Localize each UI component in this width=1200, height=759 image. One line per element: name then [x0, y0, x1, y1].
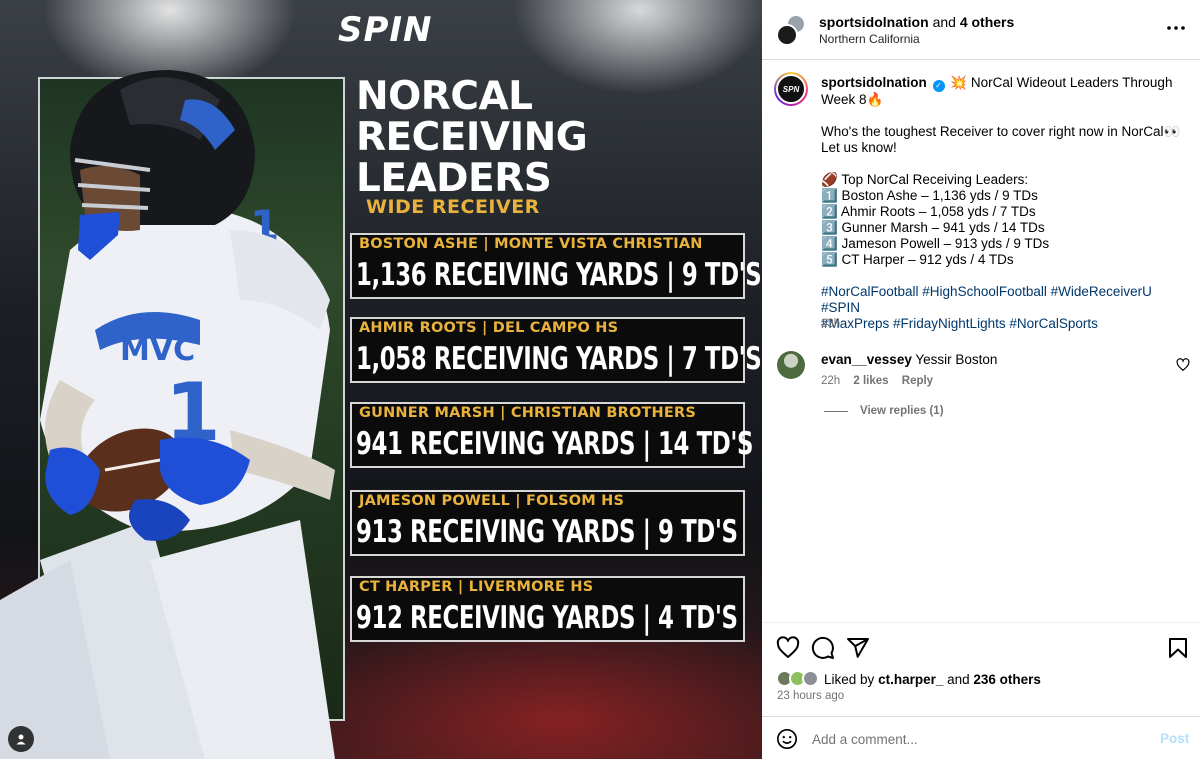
post-caption: sportsidolnation ✓ 💥 NorCal Wideout Lead… [821, 75, 1191, 332]
leader-card-stats: 1,136 RECEIVING YARDS | 9 TD'S [356, 257, 762, 293]
leader-card-name: JAMESON POWELL | FOLSOM HS [359, 493, 625, 509]
comment-heart-icon[interactable] [1176, 358, 1190, 372]
leader-card: GUNNER MARSH | CHRISTIAN BROTHERS 941 RE… [350, 402, 753, 468]
svg-text:MVC: MVC [120, 333, 195, 368]
collab-avatars[interactable] [776, 14, 808, 46]
post-side-panel: sportsidolnation and 4 others Northern C… [762, 0, 1200, 759]
comment-username[interactable]: evan__vessey [821, 352, 912, 367]
location-link[interactable]: Northern California [819, 32, 920, 46]
leader-card-name: BOSTON ASHE | MONTE VISTA CHRISTIAN [359, 236, 703, 252]
more-options-button[interactable] [1166, 18, 1186, 42]
caption-list-title: 🏈 Top NorCal Receiving Leaders: [821, 172, 1029, 187]
verified-badge-icon: ✓ [932, 80, 945, 92]
caption-username[interactable]: sportsidolnation [821, 75, 927, 90]
add-comment-input[interactable] [812, 728, 1142, 750]
image-headline: NORCAL RECEIVING LEADERS [356, 74, 588, 201]
bookmark-icon[interactable] [1166, 636, 1190, 660]
liker-avatars[interactable] [776, 670, 824, 688]
avatar [776, 24, 798, 46]
position-label: WIDE RECEIVER [366, 196, 540, 218]
heart-icon[interactable] [776, 636, 800, 660]
comment-meta: 22h 2 likes Reply [821, 375, 943, 387]
leader-card: AHMIR ROOTS | DEL CAMPO HS 1,058 RECEIVI… [350, 317, 762, 383]
emoji-icon[interactable] [776, 728, 798, 750]
leader-card: JAMESON POWELL | FOLSOM HS 913 RECEIVING… [350, 490, 745, 556]
tagged-users-button[interactable] [8, 726, 34, 752]
header-and-text: and [932, 14, 956, 30]
avatar [802, 670, 819, 687]
post-header: sportsidolnation and 4 others Northern C… [762, 0, 1200, 60]
divider [824, 410, 848, 412]
share-icon[interactable] [846, 636, 870, 660]
comment-avatar[interactable] [777, 351, 805, 379]
comment-icon[interactable] [811, 636, 835, 660]
post-timestamp[interactable]: 23 hours ago [777, 690, 844, 702]
view-replies-button[interactable]: View replies (1) [824, 405, 944, 417]
caption-leader-item: 3️⃣ Gunner Marsh – 941 yds / 14 TDs [821, 220, 1045, 235]
liked-by-and: and [947, 672, 970, 687]
leader-card-name: GUNNER MARSH | CHRISTIAN BROTHERS [359, 405, 697, 421]
leader-card: CT HARPER | LIVERMORE HS 912 RECEIVING Y… [350, 576, 745, 642]
header-usernames: sportsidolnation and 4 others [819, 14, 1014, 30]
caption-leader-item: 4️⃣ Jameson Powell – 913 yds / 9 TDs [821, 236, 1050, 251]
spin-logo: SPIN [338, 10, 433, 50]
header-others-link[interactable]: 4 others [960, 14, 1014, 30]
caption-cta: Let us know! [821, 140, 897, 155]
liked-by-others-link[interactable]: 236 others [973, 672, 1041, 687]
liked-by-user-link[interactable]: ct.harper_ [878, 672, 943, 687]
caption-hashtags[interactable]: #NorCalFootball #HighSchoolFootball #Wid… [821, 284, 1191, 316]
liked-by-text: Liked by ct.harper_ and 236 others [824, 672, 1041, 687]
caption-timestamp[interactable]: 23h [821, 318, 840, 330]
leader-card-stats: 941 RECEIVING YARDS | 14 TD'S [356, 426, 754, 462]
leader-card-name: AHMIR ROOTS | DEL CAMPO HS [359, 320, 619, 336]
caption-leader-item: 2️⃣ Ahmir Roots – 1,058 yds / 7 TDs [821, 204, 1036, 219]
leader-card-stats: 913 RECEIVING YARDS | 9 TD'S [356, 514, 738, 550]
user-icon [16, 734, 26, 745]
view-replies-label: View replies (1) [860, 405, 944, 417]
comment-text: Yessir Boston [915, 352, 998, 367]
post-comment-button[interactable]: Post [1160, 731, 1189, 746]
post-actions-bar [762, 622, 1200, 670]
liked-by-prefix: Liked by [824, 672, 875, 687]
caption-avatar[interactable]: SPN [774, 72, 808, 106]
comment-reply-button[interactable]: Reply [902, 375, 933, 387]
comment-timestamp[interactable]: 22h [821, 375, 840, 387]
caption-question: Who's the toughest Receiver to cover rig… [821, 124, 1181, 139]
comment-likes[interactable]: 2 likes [853, 375, 888, 387]
post-image[interactable]: MVC 1 1 SPIN NORCAL RECEIVING LEADERS WI… [0, 0, 762, 759]
spin-avatar-logo: SPN [776, 74, 806, 104]
comment-body: evan__vessey Yessir Boston [821, 352, 997, 367]
caption-hashtags[interactable]: #MaxPreps #FridayNightLights #NorCalSpor… [821, 316, 1191, 332]
add-comment-bar: Post [762, 716, 1200, 759]
more-horizontal-icon [1167, 26, 1185, 30]
caption-leader-item: 1️⃣ Boston Ashe – 1,136 yds / 9 TDs [821, 188, 1038, 203]
leader-card-name: CT HARPER | LIVERMORE HS [359, 579, 594, 595]
leader-card-stats: 1,058 RECEIVING YARDS | 7 TD'S [356, 341, 762, 377]
caption-leader-item: 5️⃣ CT Harper – 912 yds / 4 TDs [821, 252, 1014, 267]
header-username-link[interactable]: sportsidolnation [819, 14, 929, 30]
leader-card-stats: 912 RECEIVING YARDS | 4 TD'S [356, 600, 738, 636]
leader-card: BOSTON ASHE | MONTE VISTA CHRISTIAN 1,13… [350, 233, 762, 299]
